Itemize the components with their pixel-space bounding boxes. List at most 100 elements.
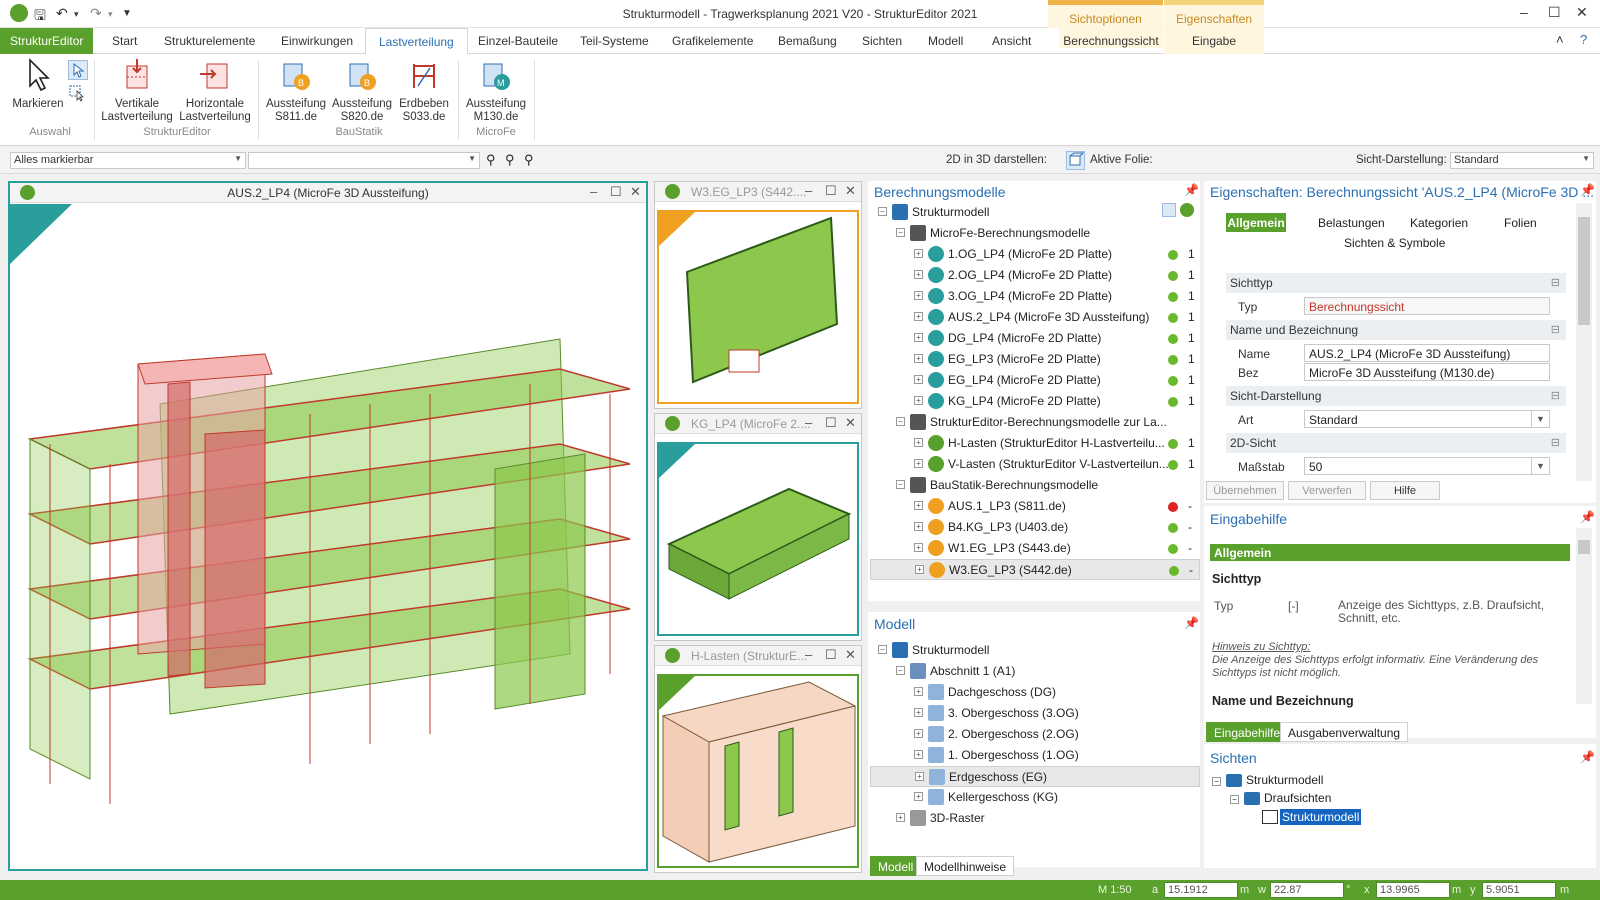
expand-icon[interactable]: + — [914, 375, 923, 384]
tree-item-baustatik[interactable]: + W1.EG_LP3 (S443.de) - — [870, 538, 1200, 559]
tab-modell-panel[interactable]: Modell — [870, 856, 922, 876]
sichten-strukturmodell-selected[interactable]: Strukturmodell — [1280, 809, 1362, 825]
markieren-button[interactable]: Markieren — [10, 58, 66, 111]
pin-icon[interactable]: 📌 — [1184, 183, 1199, 197]
binoculars-settings-icon[interactable]: ⚲ — [524, 152, 534, 168]
properties-scrollbar[interactable] — [1576, 203, 1592, 481]
tree-item-baustatik[interactable]: + AUS.1_LP3 (S811.de) - — [870, 496, 1200, 517]
hilfe-button[interactable]: Hilfe — [1370, 481, 1440, 500]
prop-tab-allgemein[interactable]: Allgemein — [1226, 213, 1286, 232]
aussteifung-m130-button[interactable]: M Aussteifung M130.de — [464, 58, 528, 124]
massstab-select[interactable]: 50 ▼ — [1304, 457, 1550, 475]
tab-modellhinweise[interactable]: Modellhinweise — [916, 856, 1015, 876]
tree-group-strukturedit[interactable]: − StrukturEditor-Berechnungsmodelle zur L… — [870, 412, 1200, 433]
view-h-lasten[interactable]: H-Lasten (StrukturE... – ☐ ✕ — [654, 645, 862, 873]
modell-floor[interactable]: + Kellergeschoss (KG) — [870, 787, 1200, 808]
tree-item-microfe[interactable]: +1.OG_LP4 (MicroFe 2D Platte) 1 — [870, 244, 1200, 265]
expand-icon[interactable]: + — [914, 333, 923, 342]
collapse-icon[interactable]: − — [878, 645, 887, 654]
binoculars-filter-icon[interactable]: ⚲ — [505, 152, 515, 168]
tree-item-microfe[interactable]: + KG_LP4 (MicroFe 2D Platte) 1 — [870, 391, 1200, 412]
vertikale-lastverteilung-button[interactable]: Vertikale Lastverteilung — [100, 58, 174, 124]
expand-icon[interactable]: + — [914, 270, 923, 279]
help-icon[interactable]: ? — [1580, 32, 1587, 47]
collapse-icon[interactable]: ⊟ — [1551, 323, 1560, 336]
aussteifung-s820-button[interactable]: B Aussteifung S820.de — [330, 58, 394, 124]
tab-grafikelemente[interactable]: Grafikelemente — [672, 34, 753, 48]
expand-icon[interactable]: + — [914, 543, 923, 552]
tree-group-baustatik[interactable]: − BauStatik-Berechnungsmodelle — [870, 475, 1200, 496]
modell-floor[interactable]: +3. Obergeschoss (3.OG) — [870, 703, 1200, 724]
collapse-icon[interactable]: − — [896, 228, 905, 237]
eingabehilfe-scrollbar[interactable] — [1576, 528, 1592, 704]
section-name[interactable]: Name und Bezeichnung ⊟ — [1226, 320, 1566, 340]
main-3d-view[interactable]: AUS.2_LP4 (MicroFe 3D Aussteifung) – ☐ ✕ — [8, 181, 648, 871]
tab-ausgabenverwaltung[interactable]: Ausgabenverwaltung — [1280, 722, 1409, 742]
tab-file[interactable]: StrukturEditor — [0, 28, 94, 54]
tree-root-strukturmodell[interactable]: − Strukturmodell — [870, 202, 1200, 223]
view-close-button[interactable]: ✕ — [845, 415, 856, 431]
tab-ansicht[interactable]: Ansicht — [992, 34, 1031, 48]
tree-item-microfe[interactable]: + DG_LP4 (MicroFe 2D Platte) 1 — [870, 328, 1200, 349]
modell-floor[interactable]: +1. Obergeschoss (1.OG) — [870, 745, 1200, 766]
modell-floor[interactable]: + Dachgeschoss (DG) — [870, 682, 1200, 703]
tab-einwirkungen[interactable]: Einwirkungen — [281, 34, 353, 48]
collapse-icon[interactable]: − — [1230, 795, 1239, 804]
view-kg-lp4[interactable]: KG_LP4 (MicroFe 2.... – ☐ ✕ — [654, 413, 862, 641]
pin-icon[interactable]: 📌 — [1580, 750, 1595, 764]
minimize-button[interactable]: – — [1520, 4, 1528, 20]
tab-berechnungssicht[interactable]: Berechnungssicht — [1059, 28, 1163, 48]
expand-icon[interactable]: + — [914, 687, 923, 696]
tab-teil-systeme[interactable]: Teil-Systeme — [580, 34, 649, 48]
tree-item-baustatik[interactable]: + W3.EG_LP3 (S442.de) - — [870, 559, 1200, 580]
tree-group-microfe[interactable]: − MicroFe-Berechnungsmodelle — [870, 223, 1200, 244]
expand-icon[interactable]: + — [896, 813, 905, 822]
bez-field[interactable]: MicroFe 3D Aussteifung (M130.de) — [1304, 363, 1550, 381]
status-y-field[interactable]: 5.9051 — [1482, 882, 1556, 898]
view-minimize-button[interactable]: – — [805, 647, 812, 662]
tab-strukturelemente[interactable]: Strukturelemente — [164, 34, 255, 48]
tree-item-baustatik[interactable]: + B4.KG_LP3 (U403.de) - — [870, 517, 1200, 538]
collapse-icon[interactable]: − — [1212, 777, 1221, 786]
view-maximize-button[interactable]: ☐ — [825, 647, 837, 663]
tab-eingabehilfe[interactable]: Eingabehilfe — [1206, 722, 1289, 742]
pin-icon[interactable]: 📌 — [1184, 616, 1199, 630]
tab-lastverteilung[interactable]: Lastverteilung — [365, 28, 468, 55]
expand-icon[interactable]: + — [914, 708, 923, 717]
expand-icon[interactable]: + — [914, 396, 923, 405]
tree-item-strukturedit[interactable]: + V-Lasten (StrukturEditor V-Lastverteilu… — [870, 454, 1200, 475]
collapse-icon[interactable]: − — [896, 666, 905, 675]
view-maximize-button[interactable]: ☐ — [610, 184, 622, 200]
expand-icon[interactable]: + — [914, 354, 923, 363]
view-minimize-button[interactable]: – — [805, 183, 812, 198]
expand-icon[interactable]: + — [914, 522, 923, 531]
prop-tab-kategorien[interactable]: Kategorien — [1410, 216, 1468, 230]
collapse-icon[interactable]: − — [878, 207, 887, 216]
collapse-icon[interactable]: − — [896, 417, 905, 426]
sichten-draufsichten[interactable]: Draufsichten — [1264, 791, 1331, 805]
view-maximize-button[interactable]: ☐ — [825, 183, 837, 199]
aussteifung-s811-button[interactable]: B Aussteifung S811.de — [264, 58, 328, 124]
tree-item-microfe[interactable]: + EG_LP4 (MicroFe 2D Platte) 1 — [870, 370, 1200, 391]
selection-mode-combo[interactable]: Alles markierbar ▼ — [10, 152, 246, 169]
collapse-icon[interactable]: ⊟ — [1551, 276, 1560, 289]
expand-icon[interactable]: + — [914, 438, 923, 447]
name-field[interactable]: AUS.2_LP4 (MicroFe 3D Aussteifung) — [1304, 344, 1550, 362]
expand-icon[interactable]: + — [914, 792, 923, 801]
view-maximize-button[interactable]: ☐ — [825, 415, 837, 431]
tab-bemassung[interactable]: Bemaßung — [778, 34, 837, 48]
close-button[interactable]: ✕ — [1576, 4, 1588, 21]
expand-icon[interactable]: + — [914, 750, 923, 759]
status-a-field[interactable]: 15.1912 — [1164, 882, 1238, 898]
expand-icon[interactable]: + — [914, 249, 923, 258]
modell-floor[interactable]: +2. Obergeschoss (2.OG) — [870, 724, 1200, 745]
modell-root[interactable]: − Strukturmodell — [870, 640, 1200, 661]
modell-abschnitt[interactable]: − Abschnitt 1 (A1) — [870, 661, 1200, 682]
pin-icon[interactable]: 📌 — [1580, 183, 1595, 197]
status-w-field[interactable]: 22.87 — [1270, 882, 1344, 898]
art-select[interactable]: Standard ▼ — [1304, 410, 1550, 428]
tree-item-microfe[interactable]: + AUS.2_LP4 (MicroFe 3D Aussteifung) 1 — [870, 307, 1200, 328]
tab-sichten[interactable]: Sichten — [862, 34, 902, 48]
prop-tab-belastungen[interactable]: Belastungen — [1318, 216, 1385, 230]
expand-icon[interactable]: + — [914, 729, 923, 738]
